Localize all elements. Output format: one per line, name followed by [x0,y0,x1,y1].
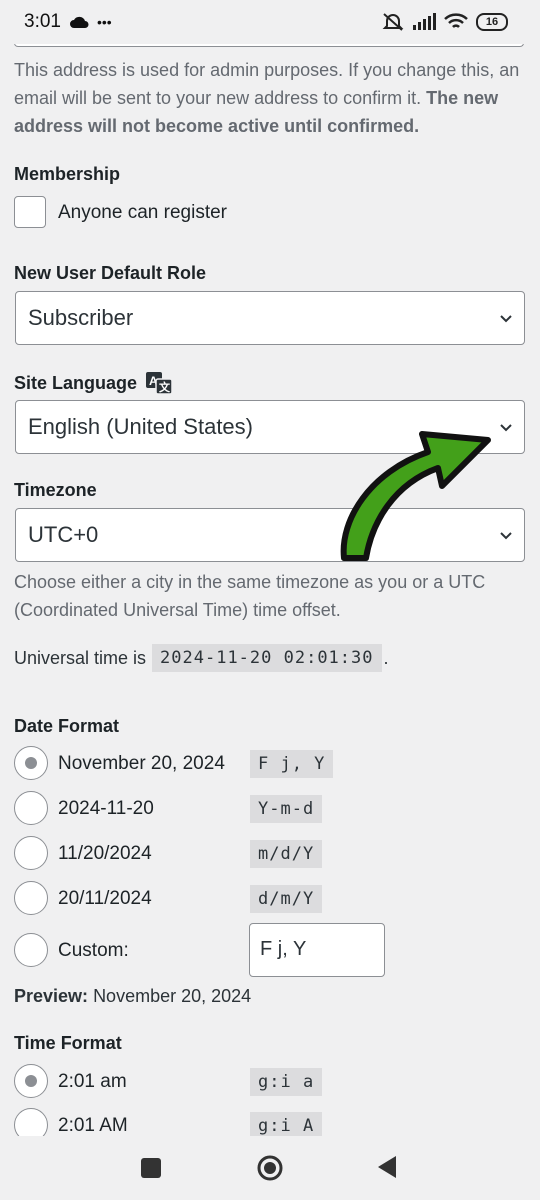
time-format-option-1-code: g:i a [250,1068,323,1096]
time-format-option-1-label[interactable]: 2:01 am [58,1071,127,1093]
date-preview-label: Preview: [14,986,89,1006]
membership-label: Membership [14,164,121,184]
time-format-label: Time Format [14,1033,122,1053]
universal-time-row: Universal time is 2024-11-20 02:01:30 . [14,644,389,672]
anyone-can-register-label[interactable]: Anyone can register [58,202,227,224]
site-language-label: Site Language [14,372,138,393]
green-arrow-annotation [340,431,491,561]
universal-time-suffix: . [383,647,389,668]
default-role-select[interactable]: Subscriber [15,291,525,345]
date-format-option-3-code: m/d/Y [250,840,323,868]
date-format-option-4-label[interactable]: 20/11/2024 [58,888,152,910]
settings-content: This address is used for admin purposes.… [0,44,540,1136]
mute-icon [382,13,404,31]
date-format-option-1-label[interactable]: November 20, 2024 [58,753,225,775]
email-description: This address is used for admin purposes.… [14,56,526,140]
battery-icon: 16 [476,13,508,31]
date-preview: Preview: November 20, 2024 [14,986,251,1007]
date-format-option-4-code: d/m/Y [250,885,323,913]
timezone-value: UTC+0 [28,522,99,547]
wifi-icon [444,13,468,28]
date-format-custom-input[interactable]: F j, Y [249,923,385,977]
date-format-custom-label[interactable]: Custom: [58,940,129,962]
cloud-icon [69,16,89,28]
site-language-value: English (United States) [28,414,253,439]
anyone-can-register-checkbox[interactable] [14,196,46,228]
time-format-option-2-label[interactable]: 2:01 AM [58,1115,128,1136]
default-role-label: New User Default Role [14,263,207,283]
battery-level: 16 [485,16,499,28]
date-format-label: Date Format [14,716,120,736]
chevron-down-icon [500,315,512,323]
default-role-value: Subscriber [28,305,134,330]
date-format-option-2-label[interactable]: 2024-11-20 [58,798,154,820]
status-bar: 3:01 ••• 16 [0,0,540,44]
translate-icon: A文 [146,372,173,395]
universal-time-value: 2024-11-20 02:01:30 [152,644,382,672]
back-button[interactable] [376,1154,398,1180]
universal-time-prefix: Universal time is [14,647,147,668]
timezone-label: Timezone [14,480,97,500]
date-format-radio-4[interactable] [14,881,48,915]
time-format-option-2-code: g:i A [250,1112,323,1136]
notification-dots: ••• [96,14,112,30]
time-format-radio-2[interactable] [14,1108,48,1136]
svg-text:文: 文 [159,380,171,394]
home-button[interactable] [256,1154,284,1182]
date-format-option-2-code: Y-m-d [250,795,323,823]
date-format-radio-2[interactable] [14,791,48,825]
date-format-radio-3[interactable] [14,836,48,870]
signal-icon [413,13,436,30]
date-preview-value: November 20, 2024 [93,986,252,1006]
status-time: 3:01 [24,11,61,32]
date-format-radio-1[interactable] [14,746,48,780]
date-format-radio-custom[interactable] [14,933,48,967]
android-nav-bar [0,1136,540,1200]
site-language-label-row: Site Language A文 [14,371,173,395]
admin-email-input[interactable] [14,44,524,47]
recents-button[interactable] [139,1156,163,1180]
date-format-option-1-code: F j, Y [250,750,334,778]
date-format-option-3-label[interactable]: 11/20/2024 [58,843,152,865]
time-format-radio-1[interactable] [14,1064,48,1098]
